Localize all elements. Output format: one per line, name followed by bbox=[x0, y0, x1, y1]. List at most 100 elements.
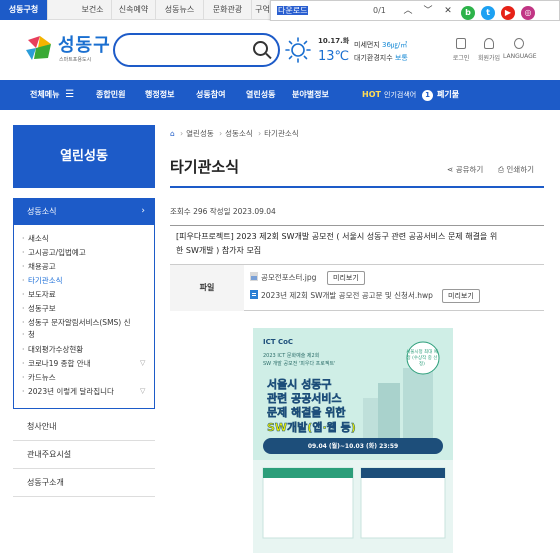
language-button[interactable]: LANGUAGE bbox=[503, 38, 537, 60]
file-link-poster[interactable]: 공모전포스터.jpg bbox=[250, 272, 316, 284]
sidebar-item-sms-cont[interactable]: 청 bbox=[22, 329, 35, 340]
post-title-line1: [피우다프로젝트] 2023 제2회 SW개발 공모전 ( 서울시 성동구 관련… bbox=[176, 232, 498, 241]
hot-keyword[interactable]: 폐기물 bbox=[437, 80, 459, 110]
tab-quick-reserve[interactable]: 신속예약 bbox=[112, 0, 156, 20]
hwp-file-icon bbox=[250, 290, 258, 299]
tab-label: 성동구청 bbox=[8, 5, 39, 14]
preview-button[interactable]: 미리보기 bbox=[442, 289, 480, 303]
login-button[interactable]: 로그인 bbox=[446, 38, 476, 62]
twitter-icon[interactable]: t bbox=[481, 6, 495, 20]
sidebar-item-covid[interactable]: 코로나19 종합 안내 ▽ bbox=[22, 358, 154, 369]
find-prev-button[interactable]: ︿ bbox=[401, 4, 415, 18]
signup-button[interactable]: 회원가입 bbox=[474, 38, 504, 62]
print-label: 인쇄하기 bbox=[506, 165, 534, 174]
share-icon: ⋖ bbox=[447, 165, 454, 174]
hot-label: HOT bbox=[362, 90, 381, 99]
nav-item-participation[interactable]: 성동참여 bbox=[196, 80, 225, 110]
page-title: 타기관소식 bbox=[170, 158, 240, 176]
file-label: 파일 bbox=[170, 265, 244, 311]
sidebar-section-news[interactable]: 성동소식 › bbox=[13, 198, 155, 225]
search-input[interactable] bbox=[113, 33, 280, 67]
find-input[interactable]: 다운로드 bbox=[277, 4, 377, 18]
sidebar-sublist: 새소식 고시공고/입법예고 채용공고 타기관소식 보도자료 성동구보 성동구 문… bbox=[13, 225, 155, 409]
sidebar-menu-facilities[interactable]: 관내주요시설 bbox=[13, 441, 155, 469]
nav-item-open-seongdong[interactable]: 열린성동 bbox=[246, 80, 275, 110]
file-name: 2023년 제2회 SW개발 공모전 공고문 및 신청서.hwp bbox=[261, 291, 433, 300]
logo-subtitle: 스마트포용도시 bbox=[59, 57, 92, 63]
fine-dust-value: 36㎍/㎥ bbox=[382, 41, 408, 49]
sidebar-menu-about[interactable]: 성동구소개 bbox=[13, 469, 155, 497]
sidebar-item-new-news[interactable]: 새소식 bbox=[22, 233, 49, 244]
post-title: [피우다프로젝트] 2023 제2회 SW개발 공모전 ( 서울시 성동구 관련… bbox=[170, 228, 544, 260]
search-icon[interactable] bbox=[253, 41, 268, 56]
nav-item-civil-service[interactable]: 종합민원 bbox=[96, 80, 125, 110]
globe-icon bbox=[514, 38, 524, 49]
fine-dust-info: 미세먼지 36㎍/㎥ bbox=[354, 40, 407, 50]
tab-health-center[interactable]: 보건소 bbox=[74, 0, 112, 20]
sidebar-item-notices[interactable]: 고시공고/입법예고 bbox=[22, 247, 86, 258]
section-label: 성동소식 bbox=[27, 207, 57, 216]
home-icon[interactable]: ⌂ bbox=[170, 129, 175, 138]
print-icon: ⎙ bbox=[498, 165, 504, 174]
user-icon bbox=[484, 38, 494, 49]
find-close-button[interactable]: ✕ bbox=[441, 4, 455, 18]
tab-seongdong-office[interactable]: 성동구청 bbox=[0, 0, 48, 20]
poster-headline-3: 문제 해결을 위한 bbox=[267, 406, 346, 420]
tab-label: 문화관광 bbox=[212, 5, 243, 14]
sidebar-item-sms[interactable]: 성동구 문자알림서비스(SMS) 신 bbox=[22, 317, 148, 328]
air-index-value: 보통 bbox=[394, 54, 408, 62]
lock-icon bbox=[456, 38, 466, 49]
signup-label: 회원가입 bbox=[477, 55, 501, 62]
poster-sub2: SW 개발 공모전 '피우다 프로젝트' bbox=[263, 361, 336, 367]
nav-item-field-info[interactable]: 분야별정보 bbox=[292, 80, 329, 110]
share-button[interactable]: ⋖ 공유하기 bbox=[447, 164, 483, 175]
breadcrumb-item[interactable]: 열린성동 bbox=[186, 129, 214, 138]
breadcrumb-item[interactable]: 타기관소식 bbox=[264, 129, 299, 138]
expand-icon: ▽ bbox=[140, 387, 146, 395]
sunny-weather-icon bbox=[285, 37, 311, 63]
hot-rank-badge: 1 bbox=[422, 90, 433, 101]
sidebar-item-jobs[interactable]: 채용공고 bbox=[22, 261, 56, 272]
hot-keyword-panel[interactable]: HOT 인기검색어 1 폐기물 bbox=[355, 80, 560, 110]
sidebar-item-gazette[interactable]: 성동구보 bbox=[22, 303, 56, 314]
language-label: LANGUAGE bbox=[503, 53, 537, 60]
sidebar-item-2023-changes[interactable]: 2023년 이렇게 달라집니다 ▽ bbox=[22, 386, 154, 397]
all-menu-button[interactable]: 전체메뉴 ☰ bbox=[30, 80, 74, 110]
find-next-button[interactable]: ﹀ bbox=[421, 4, 435, 18]
sidebar-menu-office-guide[interactable]: 청사안내 bbox=[13, 413, 155, 441]
air-index-info: 대기환경지수 보통 bbox=[354, 53, 408, 63]
logo-text[interactable]: 성동구 bbox=[58, 31, 111, 57]
title-divider bbox=[170, 186, 544, 188]
print-button[interactable]: ⎙ 인쇄하기 bbox=[498, 164, 534, 175]
sidebar-item-press[interactable]: 보도자료 bbox=[22, 289, 56, 300]
air-index-label: 대기환경지수 bbox=[354, 54, 393, 62]
tab-label: 성동뉴스 bbox=[164, 5, 195, 14]
sidebar-title: 열린성동 bbox=[13, 125, 155, 188]
nav-item-admin-info[interactable]: 행정정보 bbox=[145, 80, 174, 110]
instagram-icon[interactable]: ◎ bbox=[521, 6, 535, 20]
login-label: 로그인 bbox=[452, 55, 470, 62]
poster-image: ICT CoC 2023 ICT 문화예술 제2회 SW 개발 공모전 '피우다… bbox=[253, 328, 453, 553]
share-label: 공유하기 bbox=[455, 165, 484, 174]
poster-sub1: 2023 ICT 문화예술 제2회 bbox=[263, 353, 320, 359]
file-link-hwp[interactable]: 2023년 제2회 SW개발 공모전 공고문 및 신청서.hwp bbox=[250, 290, 433, 302]
youtube-icon[interactable]: ▶ bbox=[501, 6, 515, 20]
poster-headline-4: SW개발(앱·웹 등) bbox=[267, 421, 356, 435]
tab-culture[interactable]: 문화관광 bbox=[204, 0, 252, 20]
sidebar-item-cardnews[interactable]: 카드뉴스 bbox=[22, 372, 56, 383]
expand-icon: ▽ bbox=[140, 359, 146, 367]
sidebar-item-other-agency[interactable]: 타기관소식 bbox=[22, 275, 62, 286]
tab-label: 보건소 bbox=[81, 5, 104, 14]
item-label: 코로나19 종합 안내 bbox=[28, 359, 91, 368]
chevron-right-icon: › bbox=[141, 206, 145, 216]
breadcrumb-item[interactable]: 성동소식 bbox=[225, 129, 253, 138]
image-file-icon bbox=[250, 272, 258, 281]
tab-news[interactable]: 성동뉴스 bbox=[156, 0, 204, 20]
preview-button[interactable]: 미리보기 bbox=[327, 271, 365, 285]
breadcrumb: ⌂ › 열린성동 › 성동소식 › 타기관소식 bbox=[170, 129, 299, 138]
blog-icon[interactable]: b bbox=[461, 6, 475, 20]
file-name: 공모전포스터.jpg bbox=[261, 273, 317, 282]
sidebar-item-awards[interactable]: 대외평가수상현황 bbox=[22, 344, 83, 355]
logo-icon[interactable] bbox=[24, 34, 54, 62]
find-count: 0/1 bbox=[373, 6, 386, 15]
